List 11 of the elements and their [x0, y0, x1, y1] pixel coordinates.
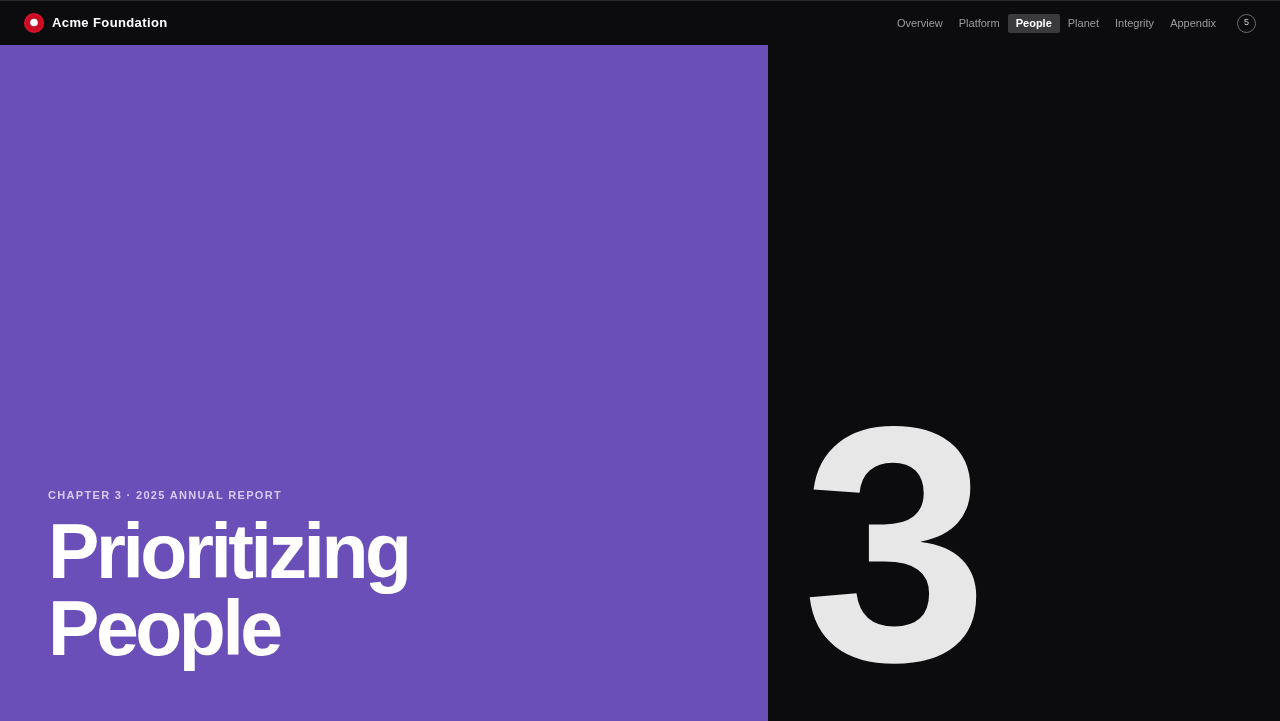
cover-title: Prioritizing People	[48, 513, 410, 673]
nav-tab[interactable]: People	[1007, 13, 1060, 33]
logo-icon	[24, 13, 44, 33]
nav-tab[interactable]: Platform	[950, 13, 1008, 33]
nav-tab[interactable]: Overview	[888, 13, 951, 33]
chapter-eyebrow: CHAPTER 3 · 2025 ANNUAL REPORT	[48, 490, 282, 501]
brand-name: Acme Foundation	[52, 14, 168, 33]
nav-tab[interactable]: Appendix	[1162, 13, 1224, 33]
chapter-number: 3	[802, 399, 975, 689]
nav-tab[interactable]: Integrity	[1107, 13, 1163, 33]
nav-tab[interactable]: Planet	[1059, 13, 1107, 33]
